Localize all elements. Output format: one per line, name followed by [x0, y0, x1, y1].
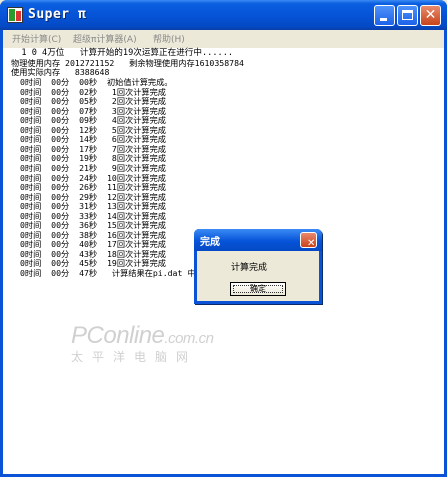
log-entry: 0时间 00分 19秒 8回次计算完成: [20, 153, 166, 164]
log-entry: 0时间 00分 47秒 计算结果在pi.dat 中记: [20, 268, 204, 278]
menu-help[interactable]: 帮助(H): [153, 32, 185, 45]
log-entry: 0时间 00分 45秒 19回次计算完成: [20, 258, 166, 269]
completion-dialog: 完成 ✕ 计算完成 确定: [194, 229, 322, 304]
log-entry: 0时间 00分 36秒 15回次计算完成: [20, 220, 166, 231]
watermark-line2: 太平洋电脑网: [71, 350, 198, 364]
log-entry: 0时间 00分 26秒 11回次计算完成: [20, 182, 166, 193]
log-entry: 0时间 00分 43秒 18回次计算完成: [20, 248, 166, 259]
log-entry: 0时间 00分 29秒 12回次计算完成: [20, 191, 166, 202]
log-header-actual-memory: 使用实际内存 8388648: [11, 67, 110, 77]
watermark-line1: PConline: [71, 322, 165, 349]
minimize-button[interactable]: [374, 5, 395, 26]
maximize-icon: [402, 10, 413, 20]
maximize-button[interactable]: [397, 5, 418, 26]
log-entry: 0时间 00分 05秒 2回次计算完成: [20, 96, 166, 107]
minimize-icon: [380, 18, 387, 21]
dialog-message: 计算完成: [231, 263, 268, 273]
log-entry: 0时间 00分 31秒 13回次计算完成: [20, 201, 166, 212]
window-title: Super π: [28, 7, 87, 22]
log-entry: 0时间 00分 38秒 16回次计算完成: [20, 229, 166, 240]
dialog-close-button[interactable]: ✕: [300, 232, 317, 249]
dialog-body: 计算完成 确定: [197, 251, 319, 301]
pconline-watermark: PConline.com.cn 太平洋电脑网: [71, 322, 214, 364]
dialog-title: 完成: [200, 237, 220, 248]
log-entry: 0时间 00分 00秒 初始值计算完成。: [20, 77, 173, 87]
watermark-line1-suffix: .com.cn: [164, 330, 214, 347]
log-header-digits: 1 0 4万位 计算开始的19次运算正在进行中......: [11, 48, 234, 58]
ok-button-label: 确定: [250, 284, 266, 293]
ok-button[interactable]: 确定: [230, 282, 286, 296]
menu-bar: 开始计算(C) 超级π计算器(A) 帮助(H): [3, 30, 444, 48]
log-entry: 0时间 00分 14秒 6回次计算完成: [20, 134, 166, 145]
superpi-app-icon[interactable]: [7, 7, 23, 23]
close-button[interactable]: ✕: [420, 5, 441, 26]
log-entry: 0时间 00分 07秒 3回次计算完成: [20, 105, 166, 116]
dialog-title-bar[interactable]: 完成 ✕: [194, 229, 322, 251]
log-entry: 0时间 00分 02秒 1回次计算完成: [20, 86, 166, 97]
log-entry: 0时间 00分 40秒 17回次计算完成: [20, 239, 166, 250]
log-entry: 0时间 00分 21秒 9回次计算完成: [20, 162, 166, 173]
log-entry: 0时间 00分 17秒 7回次计算完成: [20, 143, 166, 154]
log-entry: 0时间 00分 09秒 4回次计算完成: [20, 115, 166, 126]
close-icon: ✕: [424, 7, 437, 23]
menu-start-calc[interactable]: 开始计算(C): [12, 32, 61, 45]
log-entry: 0时间 00分 12秒 5回次计算完成: [20, 124, 166, 135]
close-icon: ✕: [307, 238, 316, 249]
menu-super-pi-calculator[interactable]: 超级π计算器(A): [73, 32, 137, 45]
log-entry: 0时间 00分 33秒 14回次计算完成: [20, 210, 166, 221]
title-bar[interactable]: Super π ✕: [0, 0, 447, 30]
log-entry: 0时间 00分 24秒 10回次计算完成: [20, 172, 166, 183]
